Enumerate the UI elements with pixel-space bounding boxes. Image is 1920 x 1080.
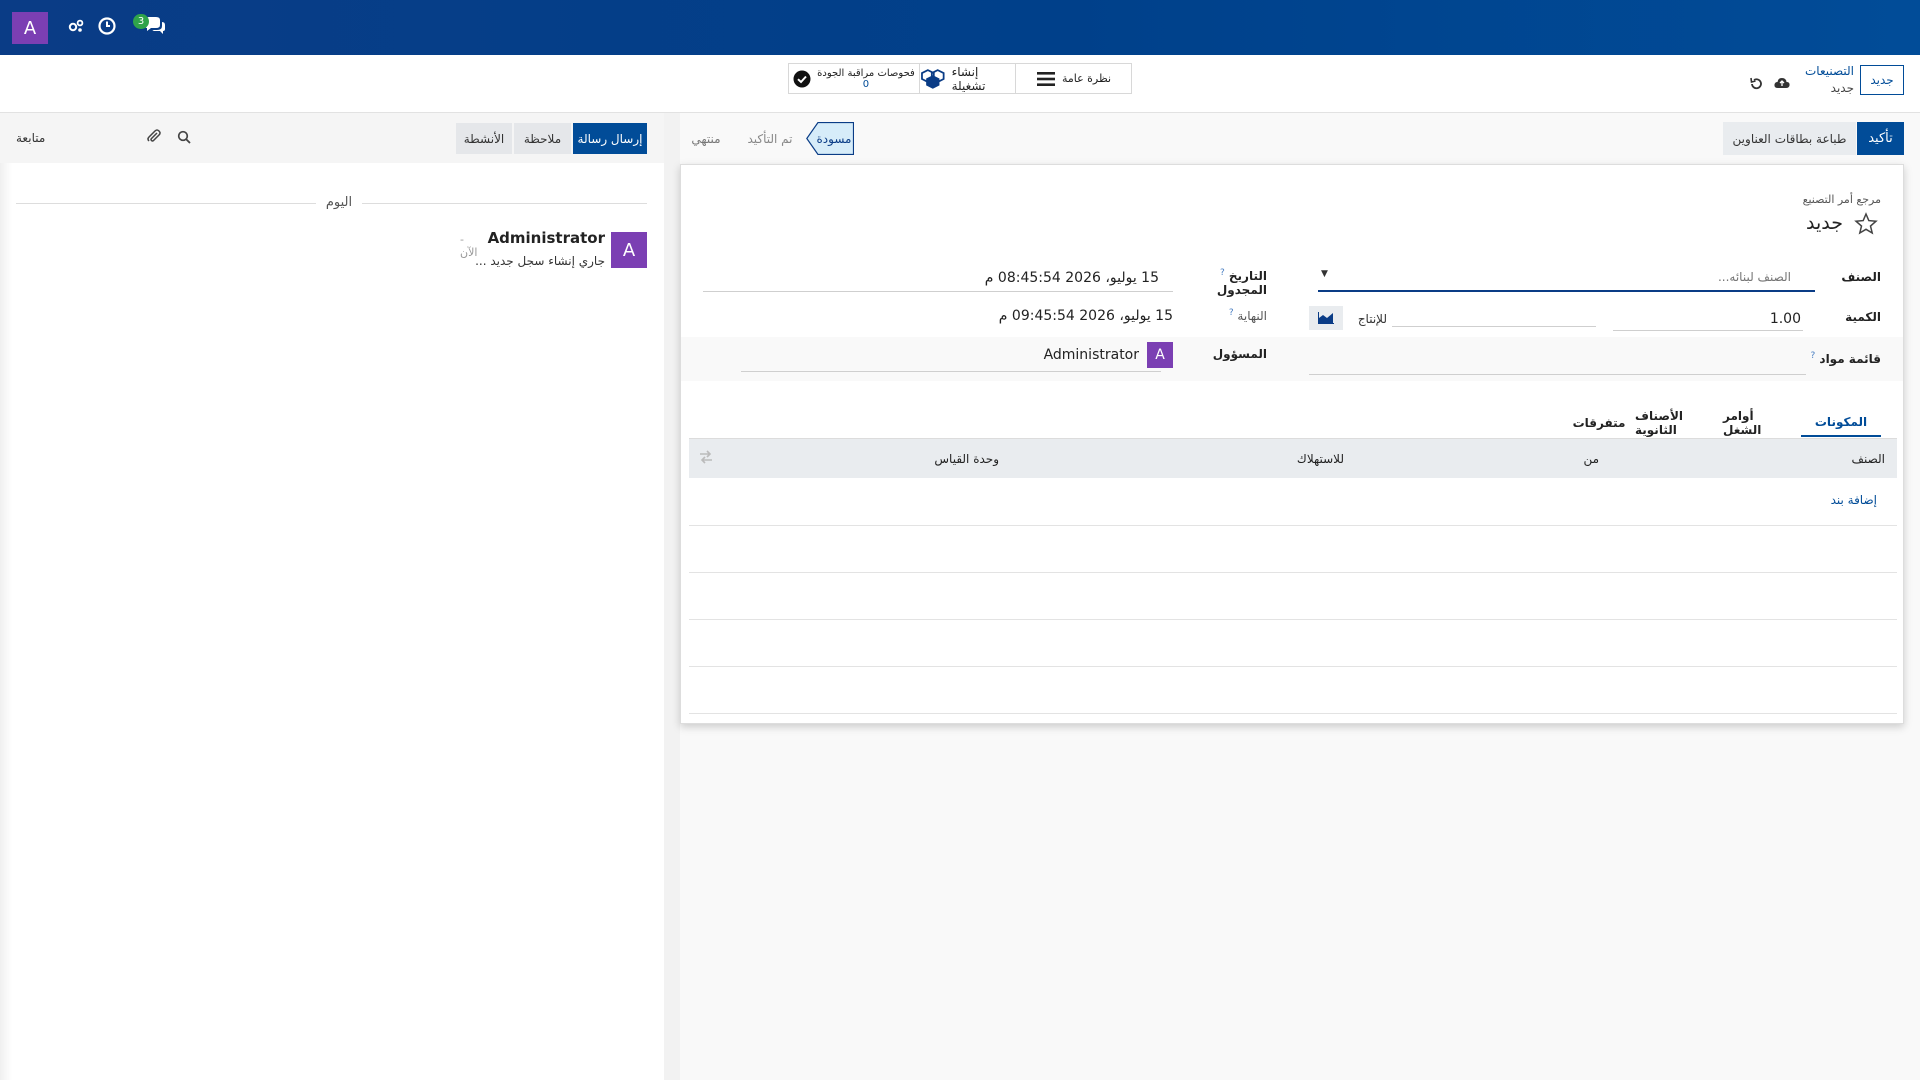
discard-icon[interactable] (1749, 77, 1763, 95)
quantity-field[interactable]: 1.00 (1613, 311, 1803, 331)
separator-line-right (362, 203, 647, 204)
activity-icon[interactable] (67, 17, 85, 40)
send-message-button[interactable]: إرسال رسالة (573, 123, 647, 154)
paperclip-icon[interactable] (146, 128, 162, 148)
responsible-underline (741, 371, 1161, 372)
record-title: جديد (1806, 212, 1843, 234)
overview-button[interactable]: نظرة عامة (1015, 64, 1131, 93)
scheduled-date-value: 15 يوليو، 2026 08:45:54 م (984, 270, 1159, 286)
uom-underline (1392, 326, 1596, 327)
forecast-chart-button[interactable] (1309, 306, 1343, 330)
table-row (689, 666, 1897, 667)
panel-divider (664, 113, 680, 1080)
product-input[interactable] (1321, 270, 1791, 284)
end-date-value: 15 يوليو، 2026 09:45:54 م (998, 308, 1173, 324)
top-navbar (0, 0, 1920, 55)
status-bar: تأكيد طباعة بطاقات العناوين منتهي تم الت… (680, 122, 1904, 156)
product-field[interactable]: ▼ (1318, 269, 1815, 292)
scheduled-date-label: ? التاريخ المجدول (1216, 268, 1267, 297)
end-date-field[interactable]: 15 يوليو، 2026 09:45:54 م (703, 308, 1173, 324)
table-row (689, 572, 1897, 573)
list-icon (1036, 71, 1055, 86)
breadcrumb-parent[interactable]: التصنيعات (1780, 64, 1854, 78)
breadcrumb-current: جديد (1830, 81, 1854, 95)
scheduled-date-label-text: التاريخ المجدول (1216, 269, 1267, 297)
message-count-badge: 3 (133, 14, 149, 29)
tab-miscellaneous[interactable]: متفرقات (1567, 409, 1631, 437)
to-produce-label: للإنتاج (1357, 312, 1387, 326)
follow-button[interactable]: متابعة (16, 131, 76, 145)
area-chart-icon (1318, 312, 1334, 324)
log-note-button[interactable]: ملاحظة (514, 123, 571, 154)
responsible-label: المسؤول (1212, 347, 1267, 361)
cubes-icon (921, 68, 945, 89)
form-sheet: مرجع أمر التصنيع جديد الصنف ▼ الكمية 1.0… (680, 164, 1904, 724)
stage-confirmed[interactable]: تم التأكيد (732, 122, 808, 155)
user-avatar[interactable]: A (12, 12, 48, 44)
components-table-header: الصنف من للاستهلاك وحدة القياس (689, 438, 1897, 478)
dropdown-caret-icon[interactable]: ▼ (1321, 269, 1328, 279)
separator-line-left (16, 203, 316, 204)
quality-checks-count: 0 (862, 78, 870, 90)
responsible-value: Administrator (1043, 347, 1139, 363)
search-icon[interactable] (177, 130, 191, 148)
column-to-consume[interactable]: للاستهلاك (1264, 452, 1344, 466)
quantity-value: 1.00 (1769, 311, 1801, 327)
tab-components[interactable]: المكونات (1801, 409, 1881, 437)
date-separator-today: اليوم (325, 195, 353, 210)
smart-button-box: نظرة عامة إنشاء تشغيلة فحوصات مراقبة الج… (788, 63, 1132, 94)
table-row (689, 713, 1897, 714)
product-underline (1318, 290, 1815, 292)
table-row (689, 619, 1897, 620)
quality-checks-label: فحوصات مراقبة الجودة (817, 67, 915, 79)
bom-label: ? قائمة مواد (1810, 351, 1881, 366)
print-labels-button[interactable]: طباعة بطاقات العناوين (1723, 122, 1856, 155)
column-product[interactable]: الصنف (1819, 452, 1885, 466)
quality-checks-button[interactable]: فحوصات مراقبة الجودة 0 (789, 64, 919, 93)
tab-work-orders[interactable]: أوامر الشغل (1723, 409, 1793, 437)
save-cloud-icon[interactable] (1774, 76, 1790, 94)
end-label: ? النهاية (1228, 308, 1267, 323)
message-body: جاري إنشاء سجل جديد ... (475, 254, 605, 268)
responsible-avatar: A (1147, 342, 1173, 368)
optional-columns-icon[interactable] (699, 450, 713, 468)
table-row (689, 525, 1897, 526)
message-avatar[interactable]: A (611, 232, 647, 268)
scheduled-date-field[interactable]: 15 يوليو، 2026 08:45:54 م (703, 270, 1173, 292)
new-button[interactable]: جديد (1860, 65, 1904, 95)
confirm-button[interactable]: تأكيد (1857, 122, 1904, 155)
bom-input[interactable] (1309, 374, 1806, 375)
column-uom[interactable]: وحدة القياس (919, 452, 999, 466)
stage-done[interactable]: منتهي (680, 122, 732, 155)
reference-label: مرجع أمر التصنيع (1802, 193, 1881, 206)
quantity-underline (1613, 330, 1803, 331)
tab-by-products[interactable]: الأصناف الثانوية (1635, 409, 1717, 437)
message-author[interactable]: Administrator (488, 229, 605, 247)
add-line-link[interactable]: إضافة بند (1781, 493, 1877, 507)
bom-label-text: قائمة مواد (1819, 352, 1881, 366)
create-batch-label: إنشاء تشغيلة (951, 64, 986, 93)
stage-draft[interactable]: مسودة (814, 122, 854, 155)
activities-button[interactable]: الأنشطة (456, 123, 512, 154)
chatter-edge (0, 113, 12, 1080)
create-batch-button[interactable]: إنشاء تشغيلة (919, 64, 1015, 93)
check-circle-icon (793, 70, 811, 87)
favorite-star-icon[interactable] (1854, 212, 1878, 240)
end-label-text: النهاية (1237, 309, 1267, 323)
scheduled-date-underline (703, 291, 1173, 292)
responsible-field[interactable]: Administrator A (741, 342, 1173, 372)
overview-label: نظرة عامة (1061, 72, 1112, 85)
column-from[interactable]: من (1569, 452, 1599, 466)
clock-icon[interactable] (97, 16, 117, 41)
